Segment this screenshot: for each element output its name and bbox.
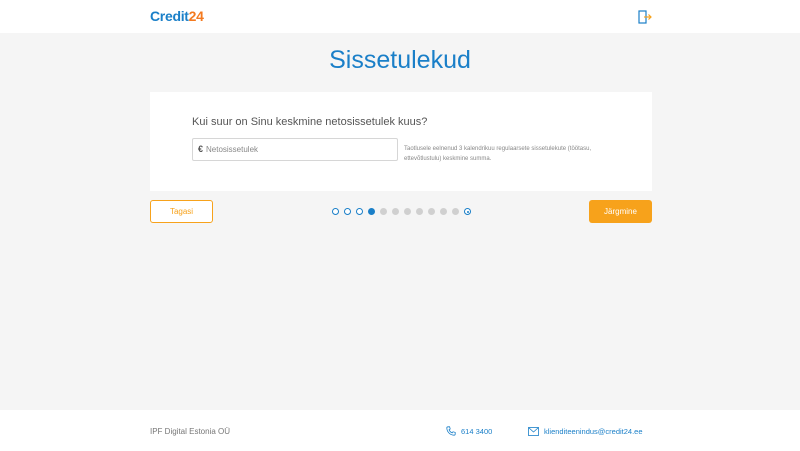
header: Credit24 bbox=[0, 0, 800, 33]
progress-step-7 bbox=[404, 208, 411, 215]
logout-icon[interactable] bbox=[638, 10, 652, 24]
email-link[interactable]: klienditeenindus@credit24.ee bbox=[528, 425, 643, 437]
progress-step-11 bbox=[452, 208, 459, 215]
company-name: IPF Digital Estonia OÜ bbox=[150, 427, 231, 436]
income-question: Kui suur on Sinu keskmine netosissetulek… bbox=[192, 116, 428, 128]
progress-step-1 bbox=[332, 208, 339, 215]
email-address: klienditeenindus@credit24.ee bbox=[544, 426, 643, 436]
phone-number: 614 3400 bbox=[461, 426, 493, 436]
credit24-logo[interactable]: Credit24 bbox=[150, 8, 204, 24]
net-income-input[interactable] bbox=[206, 141, 394, 158]
logo-text-credit: Credit bbox=[150, 8, 189, 24]
envelope-icon bbox=[528, 426, 539, 436]
progress-step-8 bbox=[416, 208, 423, 215]
phone-icon bbox=[446, 426, 456, 436]
progress-step-12 bbox=[464, 208, 471, 215]
progress-step-10 bbox=[440, 208, 447, 215]
page-title: Sissetulekud bbox=[329, 46, 471, 74]
progress-step-6 bbox=[392, 208, 399, 215]
logo-text-24: 24 bbox=[188, 8, 204, 24]
progress-step-4 bbox=[368, 208, 375, 215]
income-hint: Taotlusele eelnenud 3 kalendrikuu regula… bbox=[404, 146, 592, 162]
progress-step-3 bbox=[356, 208, 363, 215]
back-button[interactable]: Tagasi bbox=[150, 200, 213, 223]
progress-step-9 bbox=[428, 208, 435, 215]
phone-link[interactable]: 614 3400 bbox=[446, 425, 492, 437]
progress-step-5 bbox=[380, 208, 387, 215]
income-input-wrapper[interactable]: € bbox=[192, 138, 398, 161]
income-form-card: Kui suur on Sinu keskmine netosissetulek… bbox=[150, 92, 652, 191]
next-button[interactable]: Järgmine bbox=[589, 200, 652, 223]
euro-icon: € bbox=[198, 144, 204, 154]
footer: IPF Digital Estonia OÜ 614 3400 kliendit… bbox=[0, 410, 800, 451]
progress-step-2 bbox=[344, 208, 351, 215]
